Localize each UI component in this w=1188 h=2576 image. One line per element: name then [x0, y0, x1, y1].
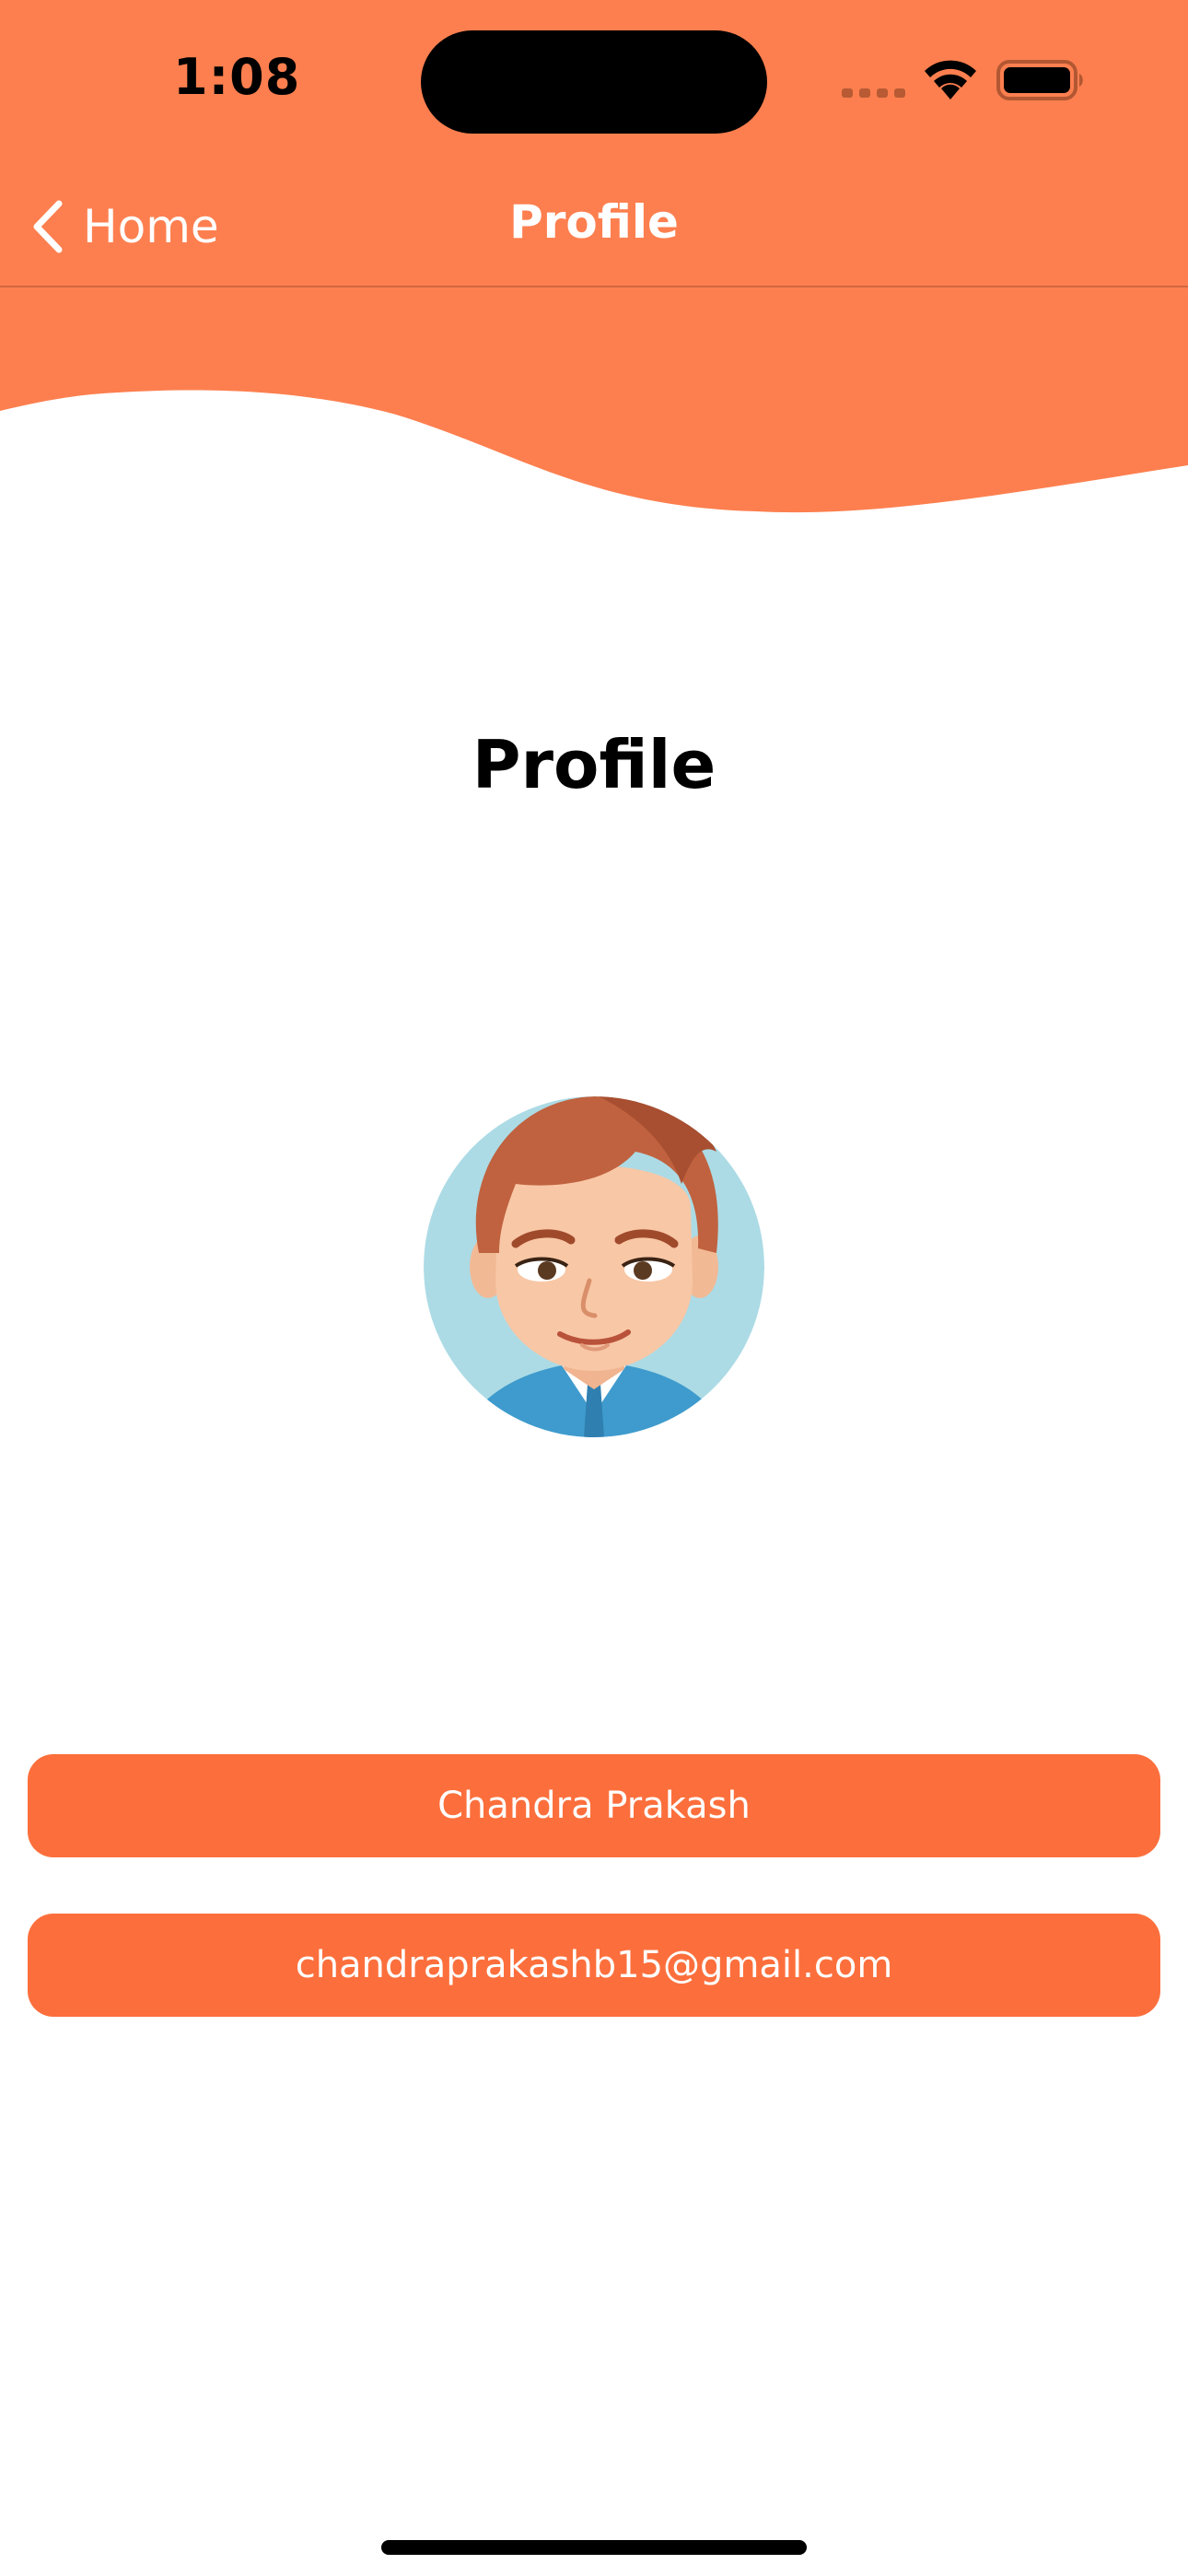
wifi-icon [925, 60, 976, 100]
email-field[interactable]: chandraprakashb15@gmail.com [28, 1914, 1160, 2017]
profile-screen: 1:08 Home Profile Profile Chandra Prakas… [0, 0, 1188, 2576]
page-title: Profile [472, 726, 716, 803]
name-field[interactable]: Chandra Prakash [28, 1754, 1160, 1857]
battery-icon [996, 60, 1083, 100]
nav-title: Profile [509, 195, 679, 249]
avatar-illustration [424, 1096, 764, 1437]
avatar [424, 1096, 764, 1437]
cellular-signal-icon [842, 88, 905, 98]
dynamic-island [421, 30, 767, 134]
nav-divider [0, 286, 1188, 287]
status-time: 1:08 [173, 48, 301, 106]
home-indicator[interactable] [381, 2540, 807, 2555]
header-wave [0, 276, 1188, 513]
